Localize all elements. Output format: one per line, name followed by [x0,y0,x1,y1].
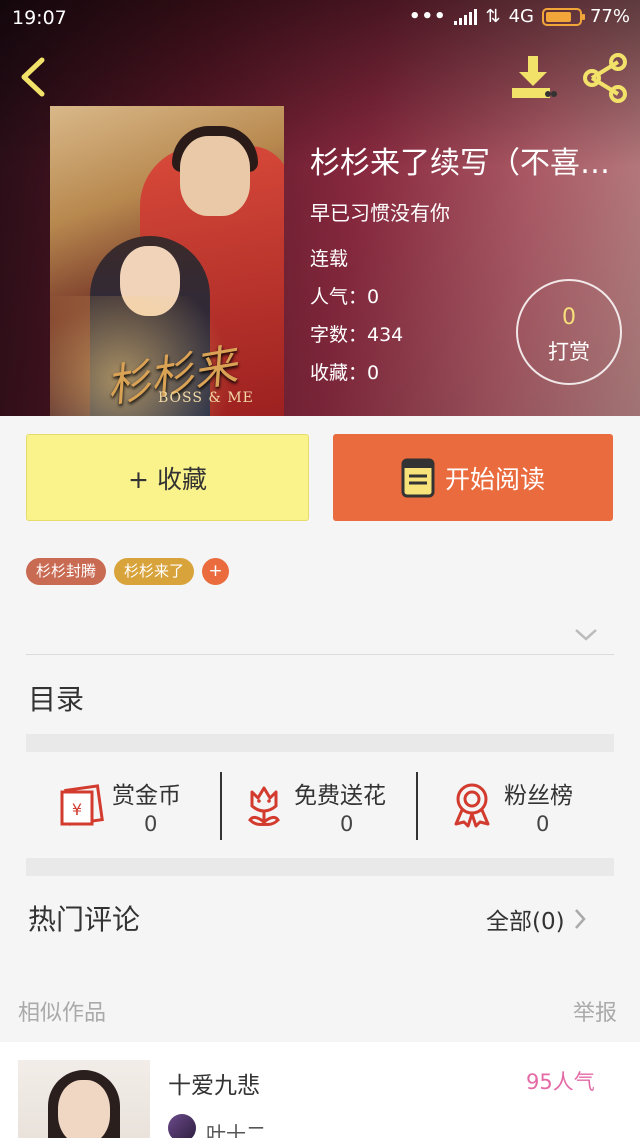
book-word-count: 字数：434 [310,324,404,346]
chevron-down-icon[interactable] [573,626,599,644]
tip-count: 0 [562,305,576,330]
book-cover-image[interactable]: 杉杉来了 BOSS & ME [50,106,284,416]
section-separator [26,734,614,752]
red-envelope-icon: ¥ [60,784,104,826]
divider [26,654,614,655]
stat-value: 0 [536,812,550,836]
similar-works-label: 相似作品 [18,1001,107,1026]
flower-icon [248,786,280,826]
add-favorite-label: + 收藏 [128,464,207,494]
add-favorite-button[interactable]: + 收藏 [26,434,309,521]
tag-list: 杉杉封腾 杉杉来了 + [26,558,230,585]
similar-work-author: 叶十二 [206,1122,266,1138]
stat-label: 免费送花 [294,783,386,809]
book-favorites: 收藏：0 [310,362,380,384]
chevron-right-icon [574,909,586,929]
tip-label: 打赏 [548,340,590,364]
book-icon [401,458,435,497]
notification-dots-icon: ••• [408,6,447,27]
hot-comments-title: 热门评论 [28,903,141,936]
fan-ranking[interactable]: 粉丝榜 0 [418,770,614,842]
tip-button[interactable]: 0 打赏 [516,279,622,385]
free-flower-gift[interactable]: 免费送花 0 [222,770,418,842]
stat-label: 粉丝榜 [504,783,573,809]
add-tag-button[interactable]: + [202,558,230,585]
catalog-title[interactable]: 目录 [28,678,84,718]
share-icon [583,53,627,103]
all-comments-link[interactable]: 全部(0) [486,902,587,936]
download-button[interactable] [508,52,560,104]
stat-value: 0 [144,812,158,836]
status-time: 19:07 [12,7,67,29]
report-link[interactable]: 举报 [573,995,617,1027]
similar-work-cover [18,1060,150,1138]
book-status: 连载 [310,248,349,270]
start-reading-button[interactable]: 开始阅读 [333,434,613,521]
status-bar: 19:07 ••• ⇅ 4G 77% [0,0,640,36]
tag-item[interactable]: 杉杉封腾 [26,558,107,585]
gold-coin-reward[interactable]: ¥ 赏金币 0 [26,770,222,842]
battery-percent: 77% [589,6,630,27]
medal-icon [454,783,490,828]
book-title: 杉杉来了续写（不喜勿… [310,146,635,181]
similar-work-item[interactable]: 十爱九悲 95人气 叶十二 [0,1042,640,1138]
network-type: 4G [508,6,534,27]
start-reading-label: 开始阅读 [444,464,545,494]
download-icon [512,56,557,98]
book-popularity: 人气：0 [310,286,380,308]
stats-row: ¥ 赏金币 0 免费送花 0 粉丝榜 0 [26,770,614,842]
back-button[interactable] [14,54,54,100]
chevron-left-icon [21,57,45,97]
book-author[interactable]: 早已习惯没有你 [310,197,450,226]
avatar [168,1114,196,1138]
section-separator [26,858,614,876]
stat-label: 赏金币 [112,783,181,809]
all-comments-label: 全部(0) [486,909,565,935]
stat-value: 0 [340,812,354,836]
battery-icon [541,7,585,26]
signal-icon [454,8,478,25]
similar-work-popularity: 95人气 [526,1070,595,1094]
tag-item[interactable]: 杉杉来了 [114,558,195,585]
similar-work-title: 十爱九悲 [168,1073,260,1099]
data-arrows-icon: ⇅ [485,6,501,27]
svg-text:¥: ¥ [72,800,82,819]
book-detail-page: 19:07 ••• ⇅ 4G 77% 杉杉来了 BOSS & ME 杉杉来了续写… [0,0,640,1138]
cover-subtitle: BOSS & ME [158,390,254,406]
share-button[interactable] [580,52,632,104]
